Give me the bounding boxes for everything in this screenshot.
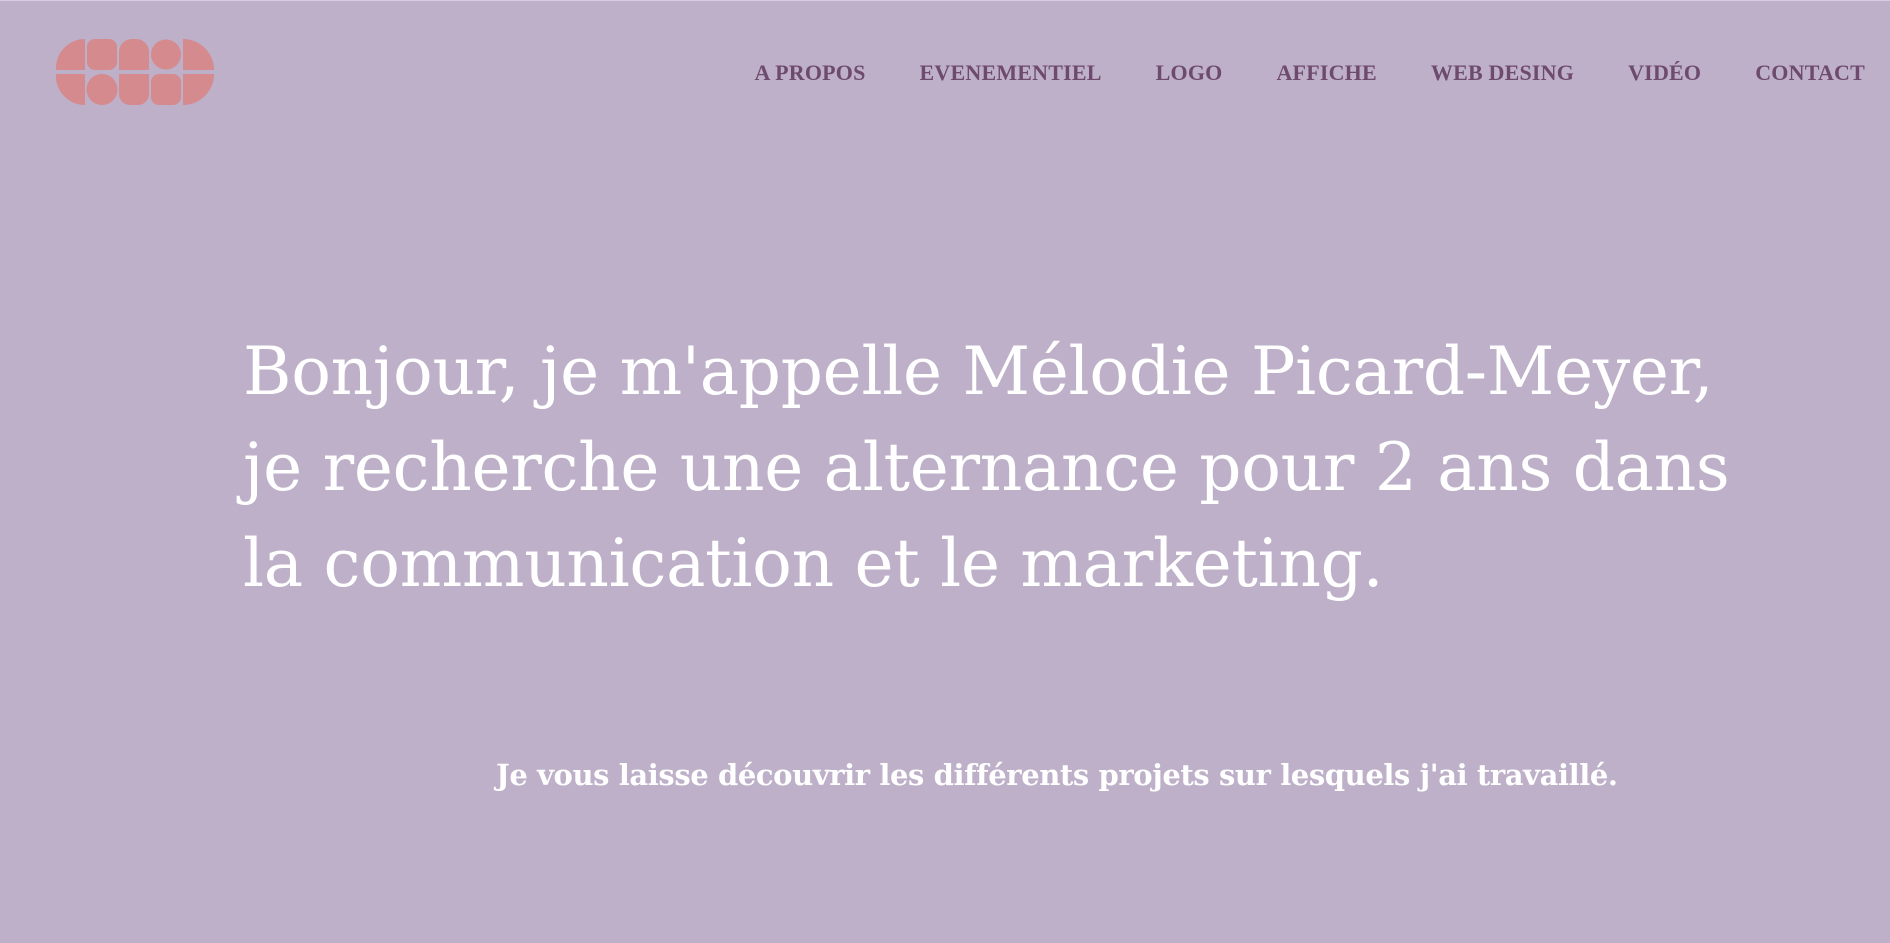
- hero-heading: Bonjour, je m'appelle Mélodie Picard-Mey…: [243, 324, 1730, 612]
- top-border: [0, 0, 1890, 1]
- nav-item-evenementiel[interactable]: EVENEMENTIEL: [920, 60, 1102, 86]
- logo-mark-icon[interactable]: [55, 39, 214, 106]
- nav-item-web-design[interactable]: WEB DESING: [1431, 60, 1574, 86]
- nav-item-logo[interactable]: LOGO: [1156, 60, 1223, 86]
- nav-item-affiche[interactable]: AFFICHE: [1276, 60, 1376, 86]
- hero-line: la communication et le marketing.: [243, 525, 1384, 602]
- main-nav: A PROPOS EVENEMENTIEL LOGO AFFICHE WEB D…: [755, 60, 1865, 86]
- hero-line: Bonjour, je m'appelle Mélodie Picard-Mey…: [243, 333, 1714, 410]
- nav-item-a-propos[interactable]: A PROPOS: [755, 60, 866, 86]
- intro-subtitle: Je vous laisse découvrir les différents …: [496, 758, 1618, 792]
- nav-item-contact[interactable]: CONTACT: [1755, 60, 1865, 86]
- hero-line: je recherche une alternance pour 2 ans d…: [243, 429, 1730, 506]
- nav-item-video[interactable]: VIDÉO: [1628, 60, 1701, 86]
